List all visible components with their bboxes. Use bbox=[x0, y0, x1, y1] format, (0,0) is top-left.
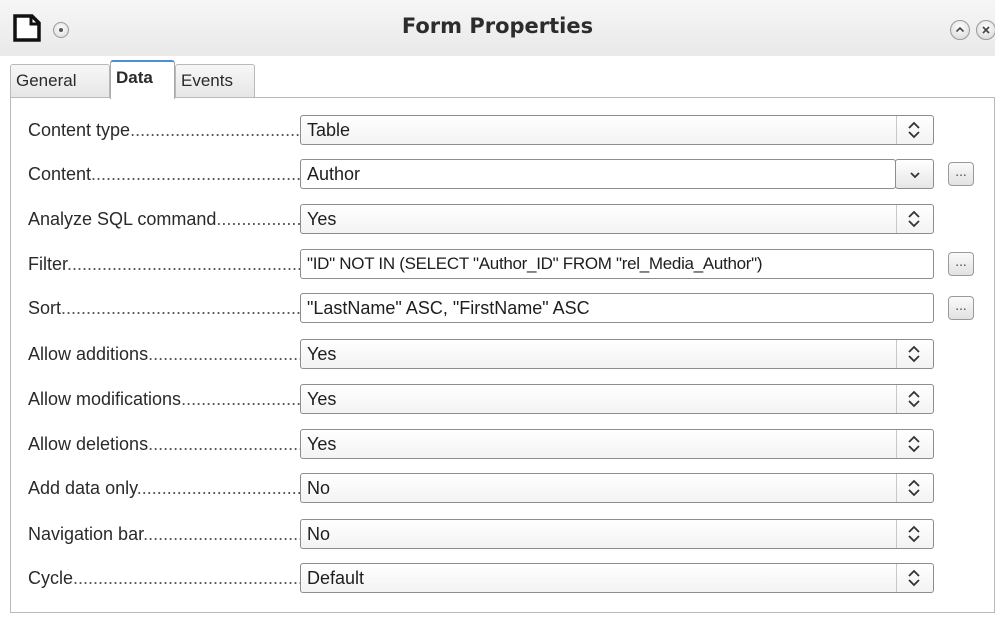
navigation-bar-value: No bbox=[307, 524, 331, 544]
allow-deletions-select[interactable]: Yes bbox=[300, 429, 934, 459]
allow-modifications-select[interactable]: Yes bbox=[300, 384, 934, 414]
filter-input[interactable]: "ID" NOT IN (SELECT "Author_ID" FROM "re… bbox=[300, 249, 934, 279]
tab-events[interactable]: Events bbox=[175, 64, 255, 98]
minimize-button[interactable] bbox=[950, 20, 970, 40]
allow-additions-value: Yes bbox=[307, 344, 337, 364]
spin-icon bbox=[896, 474, 933, 502]
cycle-select[interactable]: Default bbox=[300, 563, 934, 593]
spin-icon bbox=[896, 340, 933, 368]
analyze-sql-select[interactable]: Yes bbox=[300, 204, 934, 234]
content-label: Content.................................… bbox=[28, 164, 304, 184]
form-properties-dialog: Form Properties General Data Events Cont… bbox=[0, 0, 995, 621]
sort-label: Sort....................................… bbox=[28, 298, 304, 318]
allow-modifications-label: Allow modifications.....................… bbox=[28, 389, 304, 409]
allow-deletions-value: Yes bbox=[307, 434, 337, 454]
spin-icon bbox=[896, 430, 933, 458]
allow-modifications-value: Yes bbox=[307, 389, 337, 409]
add-data-only-select[interactable]: No bbox=[300, 473, 934, 503]
content-type-select[interactable]: Table bbox=[300, 115, 934, 145]
analyze-sql-value: Yes bbox=[307, 209, 337, 229]
title-bar: Form Properties bbox=[0, 0, 995, 56]
add-data-only-value: No bbox=[307, 478, 331, 498]
navigation-bar-label: Navigation bar..........................… bbox=[28, 524, 304, 544]
content-browse-button[interactable]: ... bbox=[948, 162, 974, 186]
chevron-down-icon bbox=[910, 172, 920, 179]
cycle-value: Default bbox=[307, 568, 365, 588]
analyze-sql-label: Analyze SQL command.....................… bbox=[28, 209, 304, 229]
spin-icon bbox=[896, 116, 933, 144]
filter-browse-button[interactable]: ... bbox=[948, 252, 974, 276]
content-type-value: Table bbox=[307, 120, 351, 140]
content-value: Author bbox=[307, 164, 361, 184]
window-title: Form Properties bbox=[401, 14, 594, 38]
allow-additions-select[interactable]: Yes bbox=[300, 339, 934, 369]
chevron-up-icon bbox=[955, 26, 965, 33]
tab-data[interactable]: Data bbox=[110, 60, 175, 99]
close-button[interactable] bbox=[976, 20, 995, 40]
navigation-bar-select[interactable]: No bbox=[300, 519, 934, 549]
add-data-only-label: Add data only...........................… bbox=[28, 478, 304, 498]
spin-icon bbox=[896, 385, 933, 413]
spin-icon bbox=[896, 520, 933, 548]
close-icon bbox=[982, 26, 990, 34]
data-tab-page: Content type............................… bbox=[10, 97, 995, 613]
sort-input[interactable]: "LastName" ASC, "FirstName" ASC bbox=[300, 293, 934, 323]
tab-general[interactable]: General bbox=[10, 64, 110, 98]
filter-label: Filter..................................… bbox=[28, 254, 304, 274]
content-combo-input[interactable]: Author bbox=[300, 159, 896, 189]
allow-deletions-label: Allow deletions.........................… bbox=[28, 434, 304, 454]
cycle-label: Cycle...................................… bbox=[28, 568, 304, 588]
sort-browse-button[interactable]: ... bbox=[948, 296, 974, 320]
allow-additions-label: Allow additions.........................… bbox=[28, 344, 304, 364]
content-type-label: Content type............................… bbox=[28, 120, 304, 140]
spin-icon bbox=[896, 205, 933, 233]
spin-icon bbox=[896, 564, 933, 592]
content-dropdown-button[interactable] bbox=[895, 159, 934, 189]
